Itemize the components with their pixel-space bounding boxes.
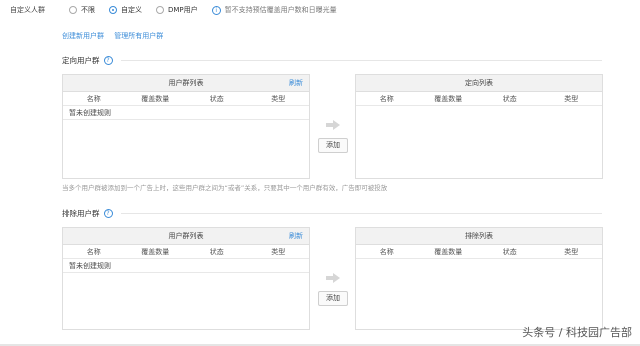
arrow-right-icon (326, 273, 340, 283)
col-type: 类型 (564, 248, 579, 256)
refresh-link[interactable]: 刷新 (289, 228, 303, 244)
table-header-row: 名称 覆盖数量 状态 类型 (356, 245, 602, 259)
col-status: 状态 (209, 95, 224, 103)
exclusion-add-button[interactable]: 添加 (318, 291, 348, 306)
watermark: 头条号 / 科技园广告部 (522, 326, 632, 339)
help-icon[interactable]: ? (103, 209, 113, 218)
col-name: 名称 (379, 248, 394, 256)
help-icon[interactable]: ? (103, 56, 113, 65)
panel-header: 排除列表 (356, 228, 602, 245)
group-links: 创建新用户群 管理所有用户群 (62, 31, 171, 41)
audience-label: 自定义人群 (10, 6, 45, 14)
panel-header: 用户群列表 刷新 (63, 75, 309, 92)
empty-row: 暂未创建规则 (63, 106, 309, 120)
exclusion-list-panel: 排除列表 名称 覆盖数量 状态 类型 (355, 227, 603, 330)
radio-circle-icon (156, 6, 164, 14)
col-name: 名称 (379, 95, 394, 103)
exclusion-group-list-panel: 用户群列表 刷新 名称 覆盖数量 状态 类型 暂未创建规则 (62, 227, 310, 330)
col-coverage: 覆盖数量 (141, 248, 170, 256)
targeting-transfer-controls: 添加 (318, 120, 348, 153)
col-name: 名称 (86, 95, 101, 103)
targeting-group-list-panel: 用户群列表 刷新 名称 覆盖数量 状态 类型 暂未创建规则 (62, 74, 310, 179)
targeting-add-button[interactable]: 添加 (318, 138, 348, 153)
panel-header: 用户群列表 刷新 (63, 228, 309, 245)
col-status: 状态 (502, 248, 517, 256)
manage-groups-link[interactable]: 管理所有用户群 (114, 32, 163, 40)
info-hint: i 暂不支持预估覆盖用户数和日曝光量 (211, 5, 337, 15)
col-type: 类型 (271, 248, 286, 256)
targeting-note: 当多个用户群被添加到一个广告上时，这些用户群之间为“或者”关系，只要其中一个用户… (62, 184, 388, 192)
targeting-list-panel: 定向列表 名称 覆盖数量 状态 类型 (355, 74, 603, 179)
exclusion-transfer-controls: 添加 (318, 273, 348, 306)
table-header-row: 名称 覆盖数量 状态 类型 (356, 92, 602, 106)
radio-unlimited[interactable]: 不限 (69, 5, 95, 15)
col-coverage: 覆盖数量 (434, 248, 463, 256)
radio-custom[interactable]: 自定义 (109, 5, 142, 15)
divider (120, 213, 602, 214)
col-status: 状态 (502, 95, 517, 103)
col-coverage: 覆盖数量 (141, 95, 170, 103)
create-group-link[interactable]: 创建新用户群 (62, 32, 104, 40)
divider (120, 60, 602, 61)
col-status: 状态 (209, 248, 224, 256)
radio-checked-icon (109, 6, 117, 14)
table-header-row: 名称 覆盖数量 状态 类型 (63, 92, 309, 106)
exclusion-section-title: 排除用户群 ? (62, 208, 602, 219)
info-icon: i (211, 5, 221, 15)
col-type: 类型 (271, 95, 286, 103)
empty-row: 暂未创建规则 (63, 259, 309, 273)
table-header-row: 名称 覆盖数量 状态 类型 (63, 245, 309, 259)
radio-circle-icon (69, 6, 77, 14)
radio-dmp[interactable]: DMP用户 (156, 5, 198, 15)
col-coverage: 覆盖数量 (434, 95, 463, 103)
targeting-section-title: 定向用户群 ? (62, 55, 602, 66)
arrow-right-icon (326, 120, 340, 130)
audience-row: 自定义人群 不限 自定义 DMP用户 i 暂不支持预估覆盖用户数和日曝光量 (10, 4, 337, 16)
panel-header: 定向列表 (356, 75, 602, 92)
refresh-link[interactable]: 刷新 (289, 75, 303, 91)
col-name: 名称 (86, 248, 101, 256)
col-type: 类型 (564, 95, 579, 103)
